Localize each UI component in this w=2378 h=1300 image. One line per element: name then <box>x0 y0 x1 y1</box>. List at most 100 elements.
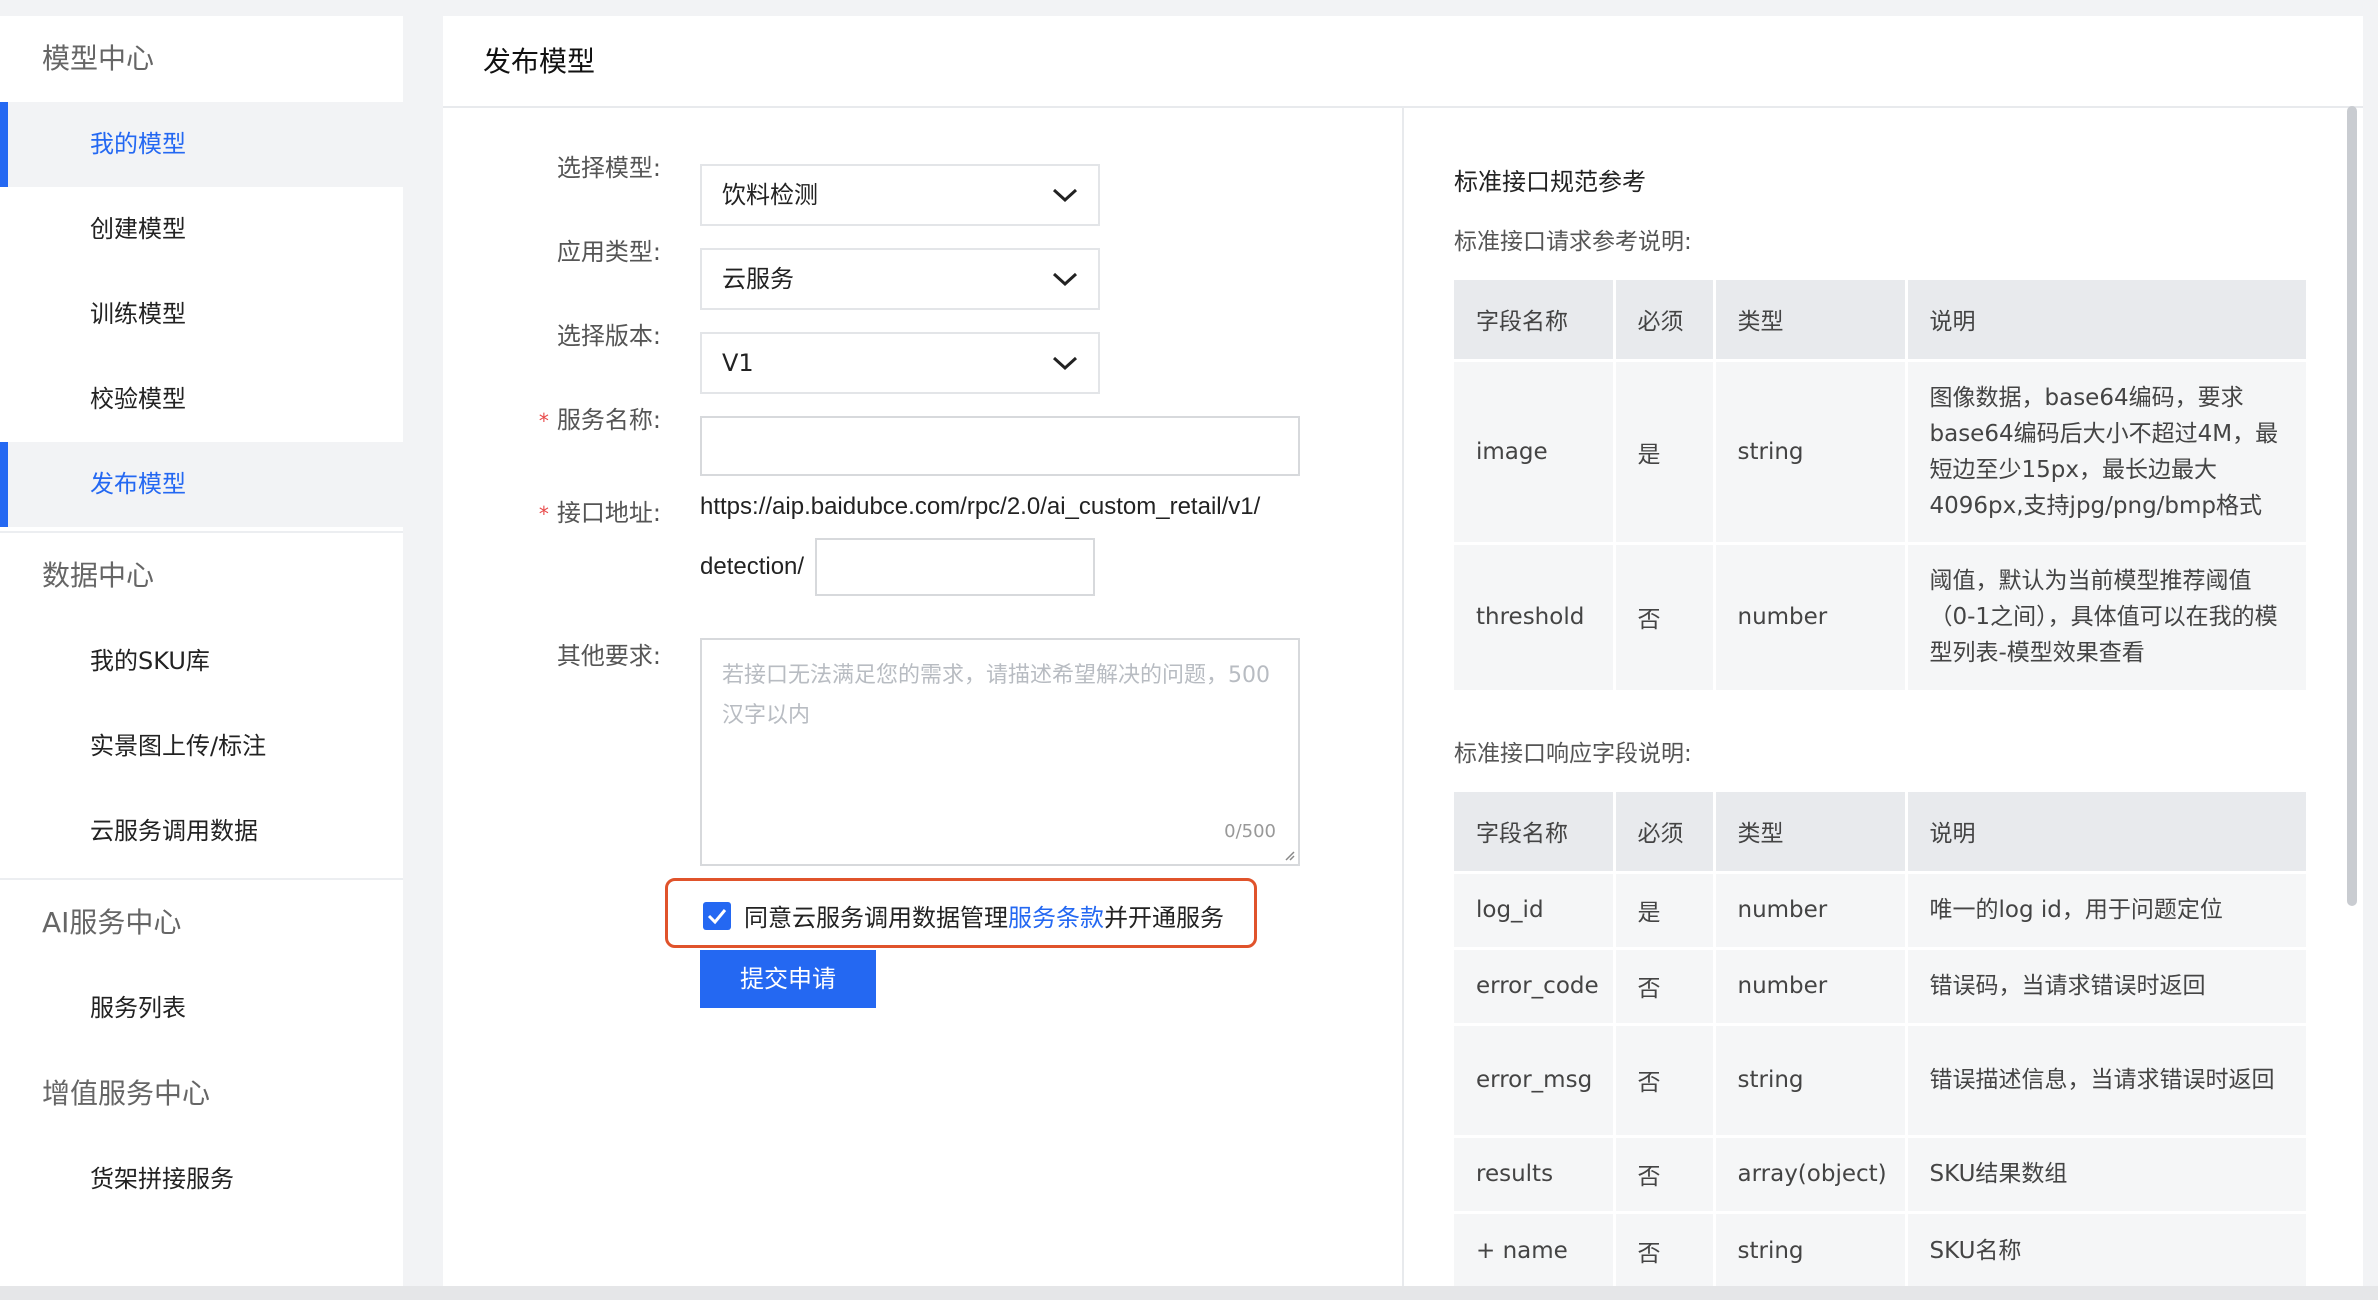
table-row: + name 否 string SKU名称 <box>1454 1210 2306 1286</box>
col-header-required: 必须 <box>1612 792 1714 872</box>
cell-desc: 图像数据，base64编码，要求base64编码后大小不超过4M，最短边至少15… <box>1904 358 2306 543</box>
endpoint-prefix-line1: https://aip.baidubce.com/rpc/2.0/ai_cust… <box>700 493 1261 520</box>
col-header-desc: 说明 <box>1904 280 2306 360</box>
sidebar-item-publish-model[interactable]: 发布模型 <box>0 442 403 527</box>
cell-type: string <box>1712 1210 1906 1286</box>
model-select[interactable]: 饮料检测 <box>700 164 1100 226</box>
cell-desc: 错误描述信息，当请求错误时返回 <box>1904 1022 2306 1136</box>
service-name-label: * 服务名称: <box>443 400 661 435</box>
chevron-down-icon <box>1052 356 1078 371</box>
cell-type: string <box>1712 358 1906 543</box>
table-row: results 否 array(object) SKU结果数组 <box>1454 1134 2306 1212</box>
textarea-placeholder: 若接口无法满足您的需求，请描述希望解决的问题，500汉字以内 <box>722 663 1270 728</box>
col-header-type: 类型 <box>1712 792 1906 872</box>
response-spec-title: 标准接口响应字段说明: <box>1454 741 1692 767</box>
cell-required: 否 <box>1612 541 1714 690</box>
table-row: error_code 否 number 错误码，当请求错误时返回 <box>1454 946 2306 1024</box>
col-header-required: 必须 <box>1612 280 1714 360</box>
char-counter: 0/500 <box>1224 821 1276 842</box>
other-requirements-textarea[interactable]: 若接口无法满足您的需求，请描述希望解决的问题，500汉字以内 0/500 <box>700 638 1300 866</box>
other-requirements-label: 其他要求: <box>556 642 661 670</box>
main-panel: 发布模型 选择模型: 饮料检测 应用类型: 云服务 选择版本: V1 * 服务名称… <box>443 16 2363 1286</box>
cell-desc: 错误码，当请求错误时返回 <box>1904 946 2306 1024</box>
sidebar-item-create-model[interactable]: 创建模型 <box>0 187 403 272</box>
cell-type: string <box>1712 1022 1906 1136</box>
sidebar-item-sku-library[interactable]: 我的SKU库 <box>0 619 403 704</box>
submit-button[interactable]: 提交申请 <box>700 950 876 1008</box>
model-label: 选择模型: <box>556 154 661 182</box>
cell-field: image <box>1454 358 1614 543</box>
cell-desc: 唯一的log id，用于问题定位 <box>1904 870 2306 948</box>
agree-checkbox[interactable] <box>703 902 731 930</box>
sidebar-section-model-center[interactable]: 模型中心 <box>0 16 403 102</box>
cell-field: results <box>1454 1134 1614 1212</box>
chevron-down-icon <box>1052 272 1078 287</box>
chevron-down-icon <box>1052 188 1078 203</box>
publish-form: 选择模型: 饮料检测 应用类型: 云服务 选择版本: V1 * 服务名称: * 接口… <box>443 108 1402 1286</box>
sidebar-section-value-added[interactable]: 增值服务中心 <box>0 1051 403 1137</box>
cell-desc: SKU名称 <box>1904 1210 2306 1286</box>
endpoint-label-text: 接口地址: <box>556 499 661 527</box>
request-spec-table: 字段名称 必须 类型 说明 image 是 string 图像数据，base64… <box>1454 280 2306 690</box>
sidebar-item-shelf-stitch[interactable]: 货架拼接服务 <box>0 1137 403 1222</box>
cell-field: error_msg <box>1454 1022 1614 1136</box>
cell-type: number <box>1712 946 1906 1024</box>
response-spec-table: 字段名称 必须 类型 说明 log_id 是 number 唯一的log id，… <box>1454 792 2306 1286</box>
col-header-field: 字段名称 <box>1454 792 1614 872</box>
cell-required: 否 <box>1612 946 1714 1024</box>
agreement-prefix: 同意云服务调用数据管理 <box>744 904 1008 932</box>
agreement-highlight: 同意云服务调用数据管理服务条款并开通服务 <box>665 878 1257 948</box>
cell-field: threshold <box>1454 541 1614 690</box>
sidebar-item-scene-upload[interactable]: 实景图上传/标注 <box>0 704 403 789</box>
cell-required: 否 <box>1612 1022 1714 1136</box>
agreement-text: 同意云服务调用数据管理服务条款并开通服务 <box>744 898 1224 933</box>
agreement-suffix: 并开通服务 <box>1104 904 1224 932</box>
endpoint-suffix-input[interactable] <box>815 538 1095 596</box>
cell-required: 否 <box>1612 1210 1714 1286</box>
horizontal-scrollbar-track <box>0 1286 2378 1300</box>
resize-grip-icon[interactable] <box>1283 849 1295 861</box>
version-label: 选择版本: <box>556 322 661 350</box>
service-name-label-text: 服务名称: <box>556 406 661 434</box>
version-select[interactable]: V1 <box>700 332 1100 394</box>
model-select-value: 饮料检测 <box>722 181 818 209</box>
col-header-field: 字段名称 <box>1454 280 1614 360</box>
reference-title: 标准接口规范参考 <box>1454 168 1646 196</box>
vertical-scrollbar[interactable] <box>2347 106 2357 906</box>
cell-required: 是 <box>1612 870 1714 948</box>
table-row: image 是 string 图像数据，base64编码，要求base64编码后… <box>1454 358 2306 543</box>
cell-desc: SKU结果数组 <box>1904 1134 2306 1212</box>
cell-field: error_code <box>1454 946 1614 1024</box>
terms-link[interactable]: 服务条款 <box>1008 904 1104 932</box>
service-name-input[interactable] <box>700 416 1300 476</box>
checkmark-icon <box>707 909 727 925</box>
sidebar-item-train-model[interactable]: 训练模型 <box>0 272 403 357</box>
cell-field: + name <box>1454 1210 1614 1286</box>
cell-desc: 阈值，默认为当前模型推荐阈值（0-1之间），具体值可以在我的模型列表-模型效果查… <box>1904 541 2306 690</box>
cell-required: 否 <box>1612 1134 1714 1212</box>
sidebar-section-data-center[interactable]: 数据中心 <box>0 533 403 619</box>
cell-required: 是 <box>1612 358 1714 543</box>
table-row: log_id 是 number 唯一的log id，用于问题定位 <box>1454 870 2306 948</box>
required-mark: * <box>538 409 549 433</box>
sidebar-item-cloud-call-data[interactable]: 云服务调用数据 <box>0 789 403 874</box>
cell-field: log_id <box>1454 870 1614 948</box>
sidebar-section-ai-service-center[interactable]: AI服务中心 <box>0 880 403 966</box>
table-header-row: 字段名称 必须 类型 说明 <box>1454 792 2306 872</box>
reference-panel: 标准接口规范参考 标准接口请求参考说明: 字段名称 必须 类型 说明 image… <box>1404 108 2363 1286</box>
sidebar-item-my-models[interactable]: 我的模型 <box>0 102 403 187</box>
table-row: error_msg 否 string 错误描述信息，当请求错误时返回 <box>1454 1022 2306 1136</box>
required-mark: * <box>538 502 549 526</box>
page-title: 发布模型 <box>443 16 2363 108</box>
version-select-value: V1 <box>722 349 754 377</box>
cell-type: number <box>1712 541 1906 690</box>
table-header-row: 字段名称 必须 类型 说明 <box>1454 280 2306 360</box>
col-header-desc: 说明 <box>1904 792 2306 872</box>
cell-type: number <box>1712 870 1906 948</box>
sidebar-item-service-list[interactable]: 服务列表 <box>0 966 403 1051</box>
app-type-select-value: 云服务 <box>722 265 794 293</box>
sidebar-item-validate-model[interactable]: 校验模型 <box>0 357 403 442</box>
sidebar: 模型中心 我的模型 创建模型 训练模型 校验模型 发布模型 数据中心 我的SKU… <box>0 16 403 1286</box>
endpoint-label: * 接口地址: <box>443 493 661 528</box>
app-type-select[interactable]: 云服务 <box>700 248 1100 310</box>
